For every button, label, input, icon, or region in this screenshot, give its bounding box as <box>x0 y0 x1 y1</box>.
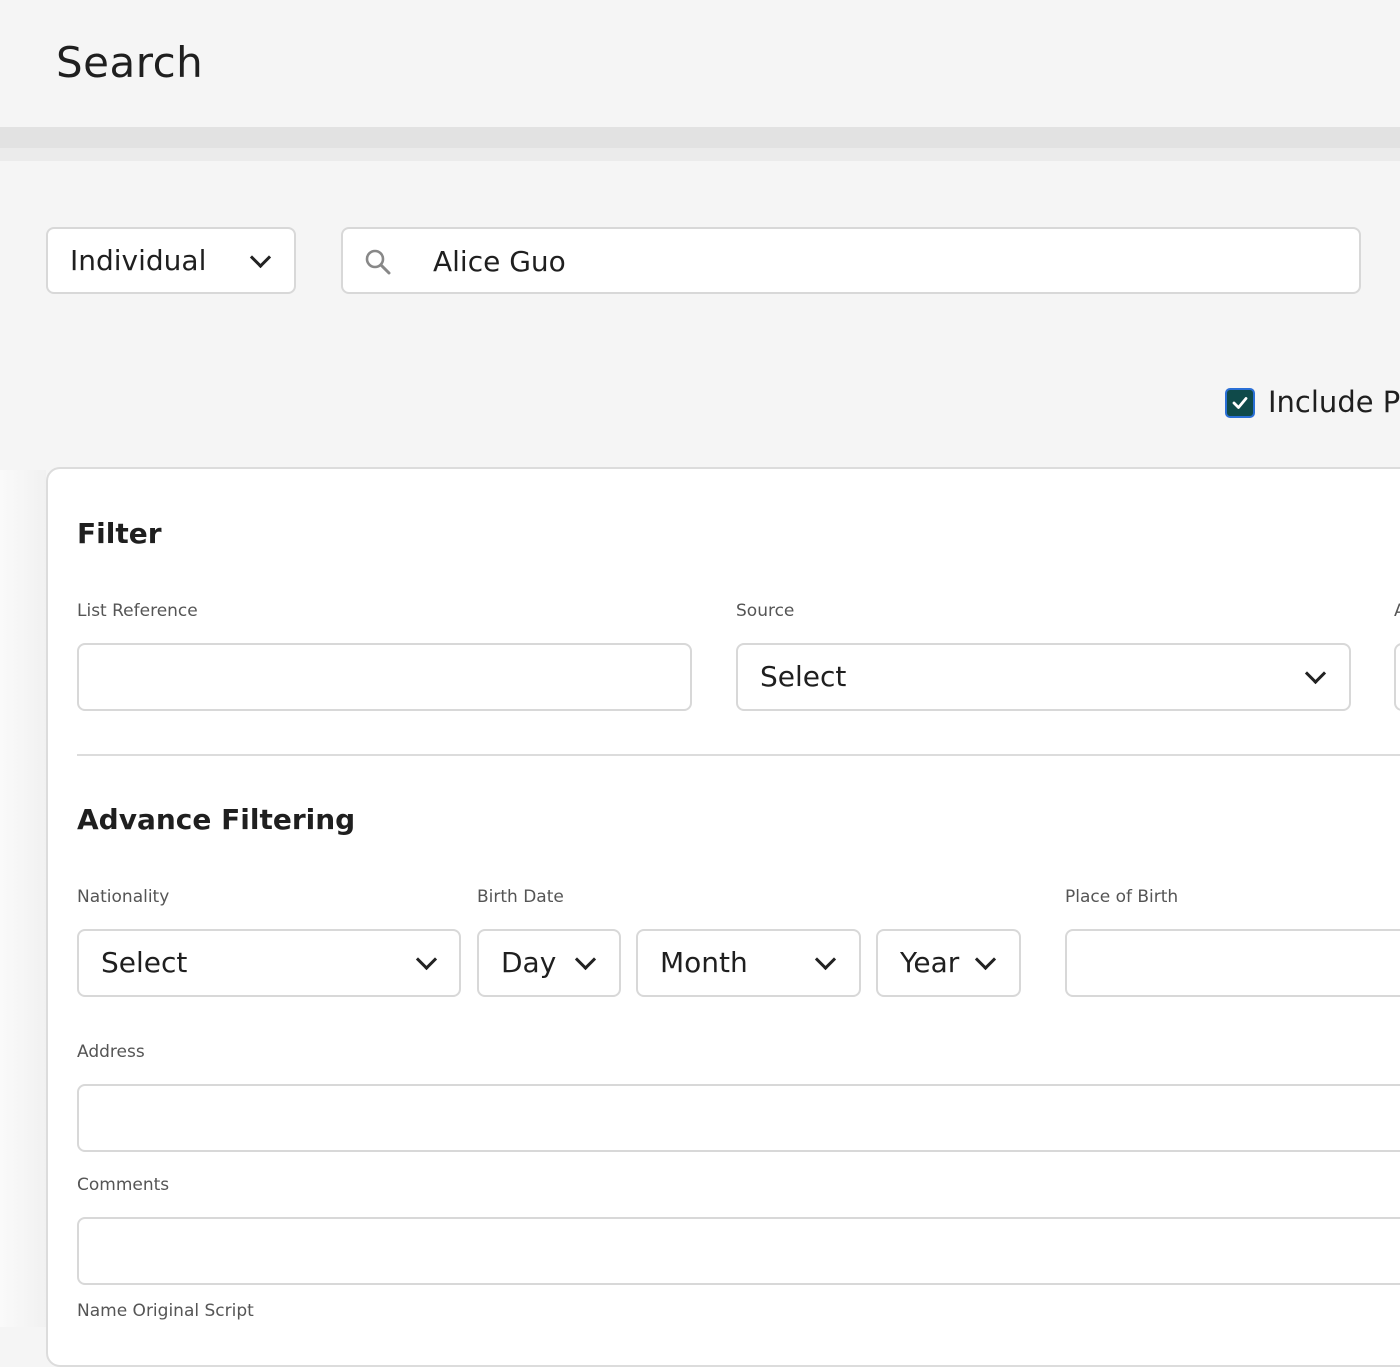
search-bar[interactable] <box>341 227 1361 294</box>
entity-type-value: Individual <box>70 244 207 277</box>
advance-filtering-title: Advance Filtering <box>77 803 356 836</box>
header-divider <box>0 127 1400 161</box>
address-label: Address <box>77 1042 145 1062</box>
card-shadow <box>0 470 46 1327</box>
comments-input[interactable] <box>77 1217 1400 1285</box>
chevron-down-icon <box>974 948 997 971</box>
chevron-down-icon <box>814 948 837 971</box>
nationality-value: Select <box>101 946 188 979</box>
source-label: Source <box>736 601 795 621</box>
source-value: Select <box>760 660 847 693</box>
birth-year-value: Year <box>900 946 960 979</box>
comments-label: Comments <box>77 1175 170 1195</box>
search-icon <box>365 249 391 275</box>
birth-month-value: Month <box>660 946 748 979</box>
page-header: Search <box>0 0 1400 127</box>
chevron-down-icon <box>1304 662 1327 685</box>
cutoff-field[interactable] <box>1394 643 1400 711</box>
list-reference-label: List Reference <box>77 601 198 621</box>
name-original-script-label: Name Original Script <box>77 1301 254 1321</box>
include-pep-checkbox[interactable] <box>1225 388 1255 418</box>
include-pep-label: Include PE <box>1268 385 1400 419</box>
place-of-birth-label: Place of Birth <box>1065 887 1179 907</box>
birth-month-dropdown[interactable]: Month <box>636 929 861 997</box>
list-reference-input[interactable] <box>77 643 692 711</box>
source-dropdown[interactable]: Select <box>736 643 1351 711</box>
entity-type-dropdown[interactable]: Individual <box>46 227 296 294</box>
birth-day-value: Day <box>501 946 557 979</box>
nationality-label: Nationality <box>77 887 170 907</box>
section-divider <box>77 754 1400 756</box>
page-title: Search <box>56 38 204 87</box>
chevron-down-icon <box>574 948 597 971</box>
birth-day-dropdown[interactable]: Day <box>477 929 621 997</box>
chevron-down-icon <box>249 246 272 269</box>
search-input[interactable] <box>433 241 1333 281</box>
chevron-down-icon <box>415 948 438 971</box>
include-pep-option[interactable]: Include PE <box>1225 385 1400 421</box>
cutoff-field-label: A <box>1394 601 1400 621</box>
place-of-birth-input[interactable] <box>1065 929 1400 997</box>
checkmark-icon <box>1232 397 1248 409</box>
nationality-dropdown[interactable]: Select <box>77 929 461 997</box>
birth-year-dropdown[interactable]: Year <box>876 929 1021 997</box>
filter-section-title: Filter <box>77 517 162 550</box>
birth-date-label: Birth Date <box>477 887 564 907</box>
address-input[interactable] <box>77 1084 1400 1152</box>
